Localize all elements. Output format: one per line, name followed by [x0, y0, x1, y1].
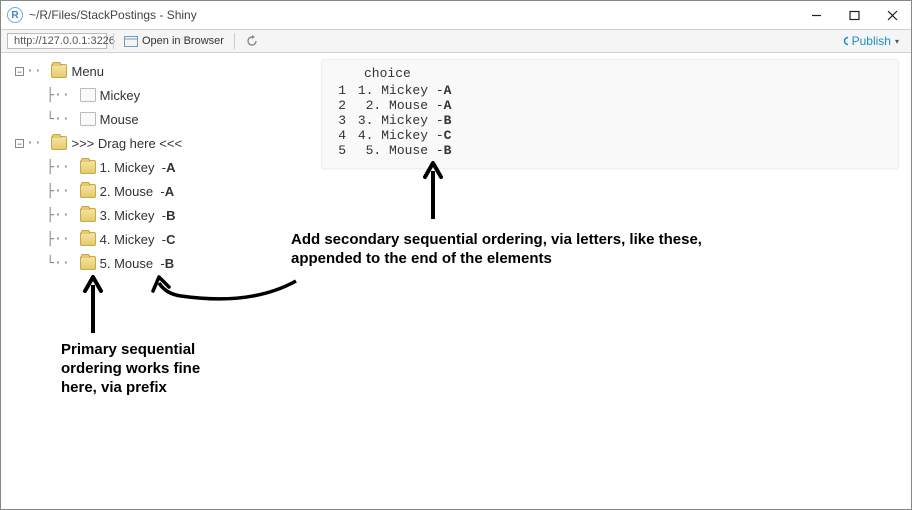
- file-icon: [80, 112, 96, 126]
- collapse-icon[interactable]: −: [15, 67, 24, 76]
- sep: -: [155, 208, 167, 223]
- minimize-button[interactable]: [797, 1, 835, 29]
- publish-button[interactable]: Publish ▾: [835, 32, 905, 50]
- tree-item-suffix: C: [166, 232, 175, 247]
- tree-node-mickey[interactable]: ├·· Mickey: [15, 83, 182, 107]
- sep: -: [155, 160, 167, 175]
- tree-item-suffix: A: [166, 160, 175, 175]
- output-row: 4 4. Mickey -C: [334, 128, 886, 143]
- tree-item-name: Mickey: [114, 208, 154, 223]
- publish-icon: [841, 34, 848, 48]
- tree-item-num: 1.: [100, 160, 111, 175]
- sep: -: [153, 184, 165, 199]
- output-row: 1 1. Mickey -A: [334, 83, 886, 98]
- tree-item-name: Mouse: [114, 184, 153, 199]
- tree-node-mouse[interactable]: └·· Mouse: [15, 107, 182, 131]
- folder-icon: [51, 64, 67, 78]
- window-title: ~/R/Files/StackPostings - Shiny: [29, 8, 797, 22]
- output-panel: choice 1 1. Mickey -A 2 2. Mouse -A 3 3.…: [321, 59, 899, 169]
- tree-node-menu[interactable]: − ·· Menu: [15, 59, 182, 83]
- tree-item-num: 3.: [100, 208, 111, 223]
- output-header: choice: [334, 66, 886, 81]
- tree-item[interactable]: ├·· 2. Mouse - A: [15, 179, 182, 203]
- tree-item-suffix: B: [166, 208, 175, 223]
- maximize-button[interactable]: [835, 1, 873, 29]
- tree-item-suffix: A: [165, 184, 174, 199]
- tree-item-name: Mickey: [114, 160, 154, 175]
- arrow-up-icon: [81, 275, 105, 335]
- sep: -: [153, 256, 165, 271]
- reload-button[interactable]: [241, 32, 263, 50]
- dropdown-icon: ▾: [895, 37, 899, 46]
- close-button[interactable]: [873, 1, 911, 29]
- divider: [234, 33, 235, 49]
- open-browser-button[interactable]: Open in Browser: [120, 33, 228, 49]
- collapse-icon[interactable]: −: [15, 139, 24, 148]
- output-row: 2 2. Mouse -A: [334, 98, 886, 113]
- reload-icon: [245, 34, 259, 48]
- tree-item-num: 5.: [100, 256, 111, 271]
- url-field[interactable]: http://127.0.0.1:3226: [7, 33, 107, 49]
- arrow-up-icon: [421, 161, 445, 221]
- tree-item-num: 2.: [100, 184, 111, 199]
- tree-label: >>> Drag here <<<: [71, 136, 182, 151]
- toolbar: http://127.0.0.1:3226 Open in Browser Pu…: [1, 29, 911, 53]
- title-bar: R ~/R/Files/StackPostings - Shiny: [1, 1, 911, 29]
- output-row: 3 3. Mickey -B: [334, 113, 886, 128]
- tree-item-num: 4.: [100, 232, 111, 247]
- folder-icon: [80, 160, 96, 174]
- publish-label: Publish: [852, 34, 891, 48]
- tree-item[interactable]: ├·· 4. Mickey - C: [15, 227, 182, 251]
- tree-label: Menu: [71, 64, 104, 79]
- annotation-primary: Primary sequential ordering works fine h…: [61, 341, 211, 397]
- open-browser-label: Open in Browser: [142, 35, 224, 47]
- output-row: 5 5. Mouse -B: [334, 143, 886, 158]
- tree-item[interactable]: ├·· 3. Mickey - B: [15, 203, 182, 227]
- tree-item-suffix: B: [165, 256, 174, 271]
- file-icon: [80, 88, 96, 102]
- tree-item-name: Mickey: [114, 232, 154, 247]
- content-area: − ·· Menu ├·· Mickey └·· Mouse − ·· >>> …: [1, 53, 911, 509]
- tree-item-name: Mouse: [114, 256, 153, 271]
- tree-label: Mouse: [100, 112, 139, 127]
- divider: [113, 33, 114, 49]
- tree-label: Mickey: [100, 88, 140, 103]
- annotation-secondary: Add secondary sequential ordering, via l…: [291, 231, 711, 269]
- sep: -: [155, 232, 167, 247]
- folder-icon: [80, 232, 96, 246]
- tree-node-drag-here[interactable]: − ·· >>> Drag here <<<: [15, 131, 182, 155]
- folder-icon: [51, 136, 67, 150]
- folder-icon: [80, 184, 96, 198]
- folder-icon: [80, 256, 96, 270]
- app-icon: R: [7, 7, 23, 23]
- curved-arrow-icon: [151, 271, 301, 311]
- tree-item[interactable]: ├·· 1. Mickey - A: [15, 155, 182, 179]
- tree: − ·· Menu ├·· Mickey └·· Mouse − ·· >>> …: [15, 59, 182, 275]
- browser-icon: [124, 35, 138, 47]
- folder-icon: [80, 208, 96, 222]
